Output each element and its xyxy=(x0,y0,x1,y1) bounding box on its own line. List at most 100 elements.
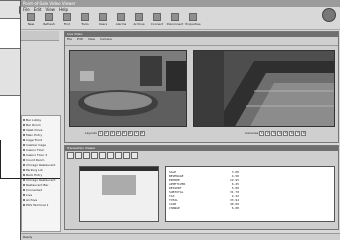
camera-page-button[interactable]: 8 xyxy=(301,130,307,136)
toolbar-alarms-button[interactable]: Alarms xyxy=(113,12,129,28)
video-pane: Live Video File Edit View Camera Layouts… xyxy=(64,31,339,143)
tree-node-icon xyxy=(23,164,25,166)
last-icon[interactable] xyxy=(115,152,122,159)
layout-page-button[interactable]: 1 xyxy=(97,130,103,136)
tree-item-label: Valet Drive xyxy=(26,128,43,132)
thumbnail-banner xyxy=(80,167,158,171)
video-menu-view[interactable]: View xyxy=(88,37,95,41)
toolbar-label: Find xyxy=(63,22,71,26)
video-menu-file[interactable]: File xyxy=(67,37,72,41)
toolbar-label: Properties xyxy=(185,22,201,26)
layout-page-button[interactable]: 2 xyxy=(103,130,109,136)
toolbar-users-button[interactable]: Users xyxy=(95,12,111,28)
properties-icon xyxy=(189,13,197,21)
layout-page-button[interactable]: 5 xyxy=(121,130,127,136)
toolbar-connect-button[interactable]: Connect xyxy=(149,12,165,28)
zoom-icon[interactable] xyxy=(123,152,130,159)
new-icon xyxy=(27,13,35,21)
tree-item-label: Restaurant Bar xyxy=(26,183,49,187)
pager-label-cameras: Cameras xyxy=(245,131,259,135)
camera-page-button[interactable]: 3 xyxy=(271,130,277,136)
tree-item-label: Cage Front xyxy=(26,138,43,142)
tree-item-label: Chicago Restaurant xyxy=(26,163,56,167)
device-tree[interactable]: Bar Lobby Bar Room Valet Drive Main Entry Ca… xyxy=(21,115,61,232)
tree-node-icon xyxy=(23,174,25,176)
tree-item-label: Connected xyxy=(26,188,43,192)
toolbar-label: Archive xyxy=(133,22,145,26)
sidebar-header xyxy=(21,31,59,41)
toolbar-find-button[interactable]: Find xyxy=(59,12,75,28)
camera-page-button[interactable]: 5 xyxy=(283,130,289,136)
window-title: Point-of-Sale Video Viewer xyxy=(23,1,76,6)
toolbar-label: Disconnect xyxy=(166,22,184,26)
tree-node-icon xyxy=(23,129,25,131)
tree-node-icon xyxy=(23,144,25,146)
transaction-toolbar xyxy=(65,151,338,160)
toolbar-new-button[interactable]: New xyxy=(23,12,39,28)
alarm-icon xyxy=(117,13,125,21)
tree-item-label: POS Terminal 1 xyxy=(26,203,49,207)
camera-page-button[interactable]: 6 xyxy=(289,130,295,136)
tree-item-label: Parking Lot xyxy=(26,168,43,172)
previous-icon[interactable] xyxy=(75,152,82,159)
camera-feed-1[interactable] xyxy=(69,50,187,127)
brand-logo-icon xyxy=(322,8,336,22)
tree-node-icon xyxy=(23,194,25,196)
camera-page-button[interactable]: 2 xyxy=(265,130,271,136)
tree-item[interactable]: POS Terminal 1 xyxy=(22,203,60,208)
toolbar-disconnect-button[interactable]: Disconnect xyxy=(167,12,183,28)
tree-node-icon xyxy=(23,139,25,141)
tree-item-label: Archive xyxy=(26,198,38,202)
toolbar-label: New xyxy=(27,22,35,26)
find-icon xyxy=(63,13,71,21)
tree-item-label: Cashier Cage xyxy=(26,143,46,147)
tree-node-icon xyxy=(23,124,25,126)
tree-node-icon xyxy=(23,179,25,181)
status-text: Ready xyxy=(23,235,33,239)
toolbar-archive-button[interactable]: Archive xyxy=(131,12,147,28)
tree-node-icon xyxy=(23,119,25,121)
transaction-thumbnail[interactable] xyxy=(79,166,159,222)
tree-item-label: Casino Floor xyxy=(26,148,45,152)
users-icon xyxy=(99,13,107,21)
toolbar-refresh-button[interactable]: Refresh xyxy=(41,12,57,28)
pager-label-layouts: Layouts xyxy=(85,131,97,135)
layout-page-button[interactable]: 4 xyxy=(115,130,121,136)
receipt-view: SALE 3.00 BEVERAGE 4.50 ENTREE 12.95 APPETIZER… xyxy=(165,166,335,222)
toolbar-properties-button[interactable]: Properties xyxy=(185,12,201,28)
camera-feed-2[interactable] xyxy=(193,50,335,127)
archive-icon xyxy=(135,13,143,21)
tree-node-icon xyxy=(23,204,25,206)
next-icon[interactable] xyxy=(107,152,114,159)
layout-page-button[interactable]: 6 xyxy=(127,130,133,136)
video-menu-edit[interactable]: Edit xyxy=(77,37,83,41)
camera-page-button[interactable]: 4 xyxy=(277,130,283,136)
tree-node-icon xyxy=(23,159,25,161)
tree-item-label: Count Room xyxy=(26,158,45,162)
layout-page-button[interactable]: 3 xyxy=(109,130,115,136)
camera-1-image xyxy=(70,51,186,126)
layout-page-button[interactable]: 7 xyxy=(133,130,139,136)
print-icon[interactable] xyxy=(131,152,138,159)
toolbar: New Refresh Find Tools Users Alarms Arch… xyxy=(21,12,340,30)
toolbar-label: Refresh xyxy=(43,22,55,26)
pause-icon[interactable] xyxy=(91,152,98,159)
tree-node-icon xyxy=(23,189,25,191)
toolbar-label: Users xyxy=(98,22,108,26)
play-icon[interactable] xyxy=(83,152,90,159)
layout-pager: Layouts 1 2 3 4 5 6 7 8 xyxy=(85,130,145,136)
tree-node-icon xyxy=(23,169,25,171)
tree-node-icon xyxy=(23,134,25,136)
camera-2-image xyxy=(194,51,334,126)
thumbnail-image xyxy=(102,175,136,195)
camera-page-button[interactable]: 7 xyxy=(295,130,301,136)
connect-icon xyxy=(153,13,161,21)
first-icon[interactable] xyxy=(67,152,74,159)
receipt-line: CHANGE 6.08 xyxy=(169,206,239,210)
toolbar-label: Alarms xyxy=(115,22,127,26)
video-menu-camera[interactable]: Camera xyxy=(100,37,112,41)
toolbar-tools-button[interactable]: Tools xyxy=(77,12,93,28)
stop-icon[interactable] xyxy=(99,152,106,159)
layout-page-button[interactable]: 8 xyxy=(139,130,145,136)
camera-page-button[interactable]: 1 xyxy=(259,130,265,136)
